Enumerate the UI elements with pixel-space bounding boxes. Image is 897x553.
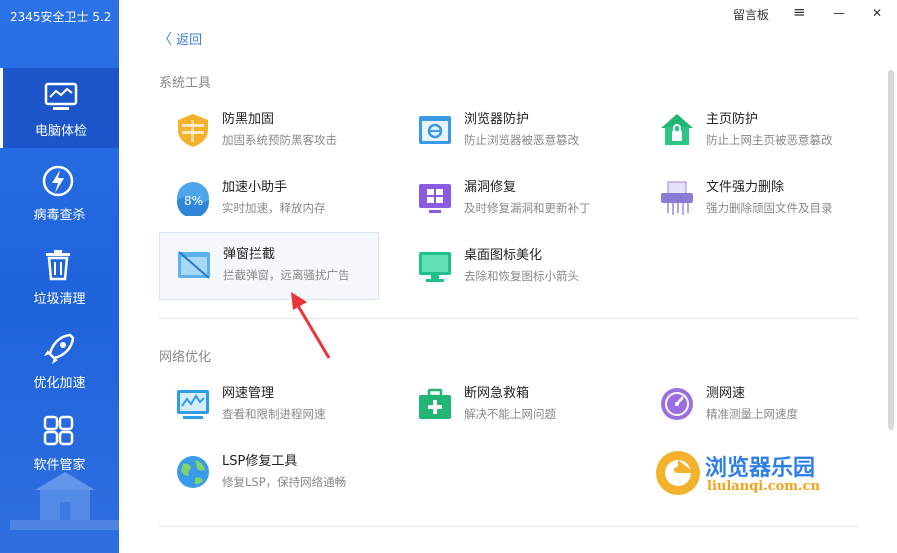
tool-popup-block[interactable]: 弹窗拦截 拦截弹窗，远离骚扰广告	[159, 232, 379, 300]
desktop-icon	[419, 252, 451, 282]
tool-name: LSP修复工具	[222, 454, 298, 469]
watermark-url: liulanqi.com.cn	[707, 479, 820, 494]
back-button[interactable]: 〈 返回	[158, 29, 202, 49]
tool-desc: 查看和限制进程网速	[222, 407, 326, 421]
tool-desktop-icon[interactable]: 桌面图标美化 去除和恢复图标小箭头	[401, 234, 621, 300]
tool-name: 弹窗拦截	[223, 247, 276, 262]
tool-name: 主页防护	[706, 112, 759, 127]
watermark: 浏览器乐园 liulanqi.com.cn	[655, 448, 835, 500]
first-aid-icon	[419, 388, 451, 419]
speed-monitor-icon	[177, 390, 209, 419]
tool-name: 漏洞修复	[464, 180, 517, 195]
tool-desc: 去除和恢复图标小箭头	[464, 269, 579, 283]
trash-icon	[46, 250, 70, 281]
lightning-icon	[42, 165, 74, 197]
watermark-title: 浏览器乐园	[705, 455, 816, 481]
tool-homepage-protect[interactable]: 主页防护 防止上网主页被恶意篡改	[643, 98, 863, 164]
scrollbar[interactable]	[888, 70, 894, 430]
close-icon[interactable]: ✕	[872, 6, 882, 20]
section-divider	[159, 526, 859, 527]
tool-desc: 及时修复漏洞和更新补丁	[464, 201, 591, 215]
monitor-icon	[44, 82, 78, 110]
svg-text:8%: 8%	[184, 194, 203, 208]
tool-desc: 防止上网主页被恶意篡改	[706, 133, 833, 147]
tool-name: 防黑加固	[222, 112, 275, 127]
tool-vuln-fix[interactable]: 漏洞修复 及时修复漏洞和更新补丁	[401, 166, 621, 232]
popup-block-icon	[178, 251, 210, 279]
tool-desc: 拦截弹窗，远离骚扰广告	[223, 268, 350, 282]
section-title-network: 网络优化	[159, 350, 212, 365]
nav-label: 电脑体检	[34, 124, 87, 139]
section-title-system-tools: 系统工具	[159, 76, 212, 91]
tool-desc: 实时加速，释放内存	[222, 201, 326, 215]
apps-icon	[43, 415, 74, 446]
tool-name: 测网速	[706, 386, 746, 401]
watermark-logo-icon	[656, 451, 700, 495]
globe-icon	[177, 456, 209, 488]
tool-name: 网速管理	[222, 386, 275, 401]
nav-item-checkup[interactable]: 电脑体检	[0, 68, 119, 148]
nav-item-junk-clean[interactable]: 垃圾清理	[0, 236, 119, 316]
home-lock-icon	[661, 114, 693, 145]
menu-icon[interactable]: ≡	[793, 3, 806, 21]
tool-desc: 防止浏览器被恶意篡改	[464, 133, 579, 147]
nav-label: 垃圾清理	[33, 292, 86, 307]
memory-ball-icon: 8%	[177, 182, 209, 216]
tool-desc: 加固系统预防黑客攻击	[222, 133, 337, 147]
annotation-arrow-icon	[291, 292, 331, 359]
windows-patch-icon	[419, 184, 451, 213]
tool-name: 断网急救箱	[464, 386, 530, 401]
guestbook-link[interactable]: 留言板	[733, 6, 769, 23]
speedometer-icon	[661, 388, 693, 420]
app-title: 2345安全卫士 5.2	[10, 10, 112, 24]
shield-icon	[178, 114, 208, 147]
tool-speed-test[interactable]: 测网速 精准测量上网速度	[643, 372, 863, 438]
tool-browser-protect[interactable]: 浏览器防护 防止浏览器被恶意篡改	[401, 98, 621, 164]
nav-item-virus-scan[interactable]: 病毒查杀	[0, 152, 119, 232]
nav-label: 优化加速	[33, 376, 86, 391]
section-divider	[159, 318, 859, 319]
rocket-icon	[44, 333, 75, 364]
house-decoration-icon	[10, 472, 119, 530]
tool-desc: 强力删除顽固文件及目录	[706, 201, 833, 215]
tool-name: 桌面图标美化	[464, 248, 543, 263]
tool-desc: 精准测量上网速度	[706, 407, 798, 421]
minimize-icon[interactable]: —	[833, 6, 845, 20]
shredder-icon	[661, 181, 693, 215]
tool-first-aid[interactable]: 断网急救箱 解决不能上网问题	[401, 372, 621, 438]
tool-desc: 修复LSP，保持网络通畅	[222, 475, 347, 489]
back-label: 返回	[176, 33, 203, 48]
nav-label: 病毒查杀	[33, 208, 86, 223]
tool-lsp-fix[interactable]: LSP修复工具 修复LSP，保持网络通畅	[159, 440, 379, 506]
tool-desc: 解决不能上网问题	[464, 407, 556, 421]
tool-anti-hack[interactable]: 防黑加固 加固系统预防黑客攻击	[159, 98, 379, 164]
nav-item-optimize[interactable]: 优化加速	[0, 320, 119, 400]
tool-name: 加速小助手	[222, 180, 288, 195]
tool-name: 浏览器防护	[464, 112, 530, 127]
tool-speed-helper[interactable]: 8% 加速小助手 实时加速，释放内存	[159, 166, 379, 232]
tool-file-shred[interactable]: 文件强力删除 强力删除顽固文件及目录	[643, 166, 863, 232]
tool-speed-manage[interactable]: 网速管理 查看和限制进程网速	[159, 372, 379, 438]
browser-icon	[419, 116, 451, 144]
sidebar: 2345安全卫士 5.2 电脑体检 病毒查杀 垃圾清理 优化加速 软件管家	[0, 0, 119, 553]
chevron-left-icon: 〈	[158, 32, 172, 48]
tool-name: 文件强力删除	[706, 180, 785, 195]
